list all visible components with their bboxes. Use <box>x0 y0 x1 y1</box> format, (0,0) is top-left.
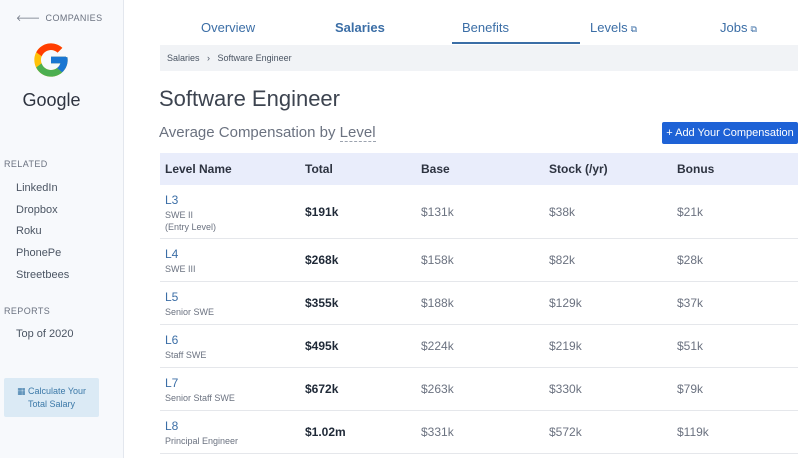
page-subtitle: Average Compensation by Level <box>159 124 376 142</box>
google-logo-icon <box>34 43 68 77</box>
level-description: Principal Engineer <box>165 436 239 446</box>
related-link-dropbox[interactable]: Dropbox <box>16 204 58 216</box>
calculator-icon: ▦ <box>16 386 26 396</box>
related-link-streetbees[interactable]: Streetbees <box>16 269 69 281</box>
level-description: SWE III <box>165 264 196 274</box>
total-value: $672k <box>305 382 339 396</box>
active-tab-indicator <box>452 42 580 44</box>
level-term-tooltip[interactable]: Level <box>339 124 376 142</box>
total-value: $191k <box>305 205 339 219</box>
total-value: $495k <box>305 339 339 353</box>
external-link-icon: ⧉ <box>630 24 638 34</box>
base-value: $188k <box>421 296 454 310</box>
level-link[interactable]: L5 <box>165 290 178 304</box>
header-level-name: Level Name <box>165 162 232 176</box>
stock-value: $129k <box>549 296 582 310</box>
table-row: L4 SWE III $268k $158k $82k $28k <box>160 239 798 282</box>
stock-value: $219k <box>549 339 582 353</box>
level-link[interactable]: L6 <box>165 333 178 347</box>
report-link-top-2020[interactable]: Top of 2020 <box>16 328 74 340</box>
base-value: $263k <box>421 382 454 396</box>
tab-bar: Overview Salaries Benefits Levels ⧉ Jobs ⧉ <box>160 0 800 45</box>
bonus-value: $28k <box>677 253 704 267</box>
header-total: Total <box>305 162 333 176</box>
level-description: Senior SWE <box>165 307 215 317</box>
related-link-linkedin[interactable]: LinkedIn <box>16 182 58 194</box>
page-title: Software Engineer <box>159 86 340 111</box>
header-base: Base <box>421 162 450 176</box>
breadcrumb-separator: › <box>207 53 211 63</box>
table-header: Level Name Total Base Stock (/yr) Bonus <box>160 153 798 185</box>
stock-value: $82k <box>549 253 576 267</box>
table-row: L7 Senior Staff SWE $672k $263k $330k $7… <box>160 368 798 411</box>
level-link[interactable]: L7 <box>165 376 178 390</box>
base-value: $224k <box>421 339 454 353</box>
total-value: $1.02m <box>305 425 346 439</box>
add-compensation-button[interactable]: + Add Your Compensation <box>662 122 798 144</box>
related-heading: RELATED <box>4 159 48 169</box>
header-bonus: Bonus <box>677 162 715 176</box>
base-value: $331k <box>421 425 454 439</box>
base-value: $131k <box>421 205 454 219</box>
tab-overview[interactable]: Overview <box>201 20 255 35</box>
related-link-roku[interactable]: Roku <box>16 225 42 237</box>
breadcrumb-salaries[interactable]: Salaries <box>167 53 200 63</box>
tab-benefits[interactable]: Benefits <box>462 20 509 35</box>
bonus-value: $51k <box>677 339 704 353</box>
reports-heading: REPORTS <box>4 306 51 316</box>
external-link-icon: ⧉ <box>750 24 757 34</box>
base-value: $158k <box>421 253 454 267</box>
arrow-left-icon: 🡐 <box>16 13 41 23</box>
bonus-value: $79k <box>677 382 704 396</box>
breadcrumb-current: Software Engineer <box>217 53 292 63</box>
level-description-note: (Entry Level) <box>165 222 217 232</box>
table-row: L3 SWE II (Entry Level) $191k $131k $38k… <box>160 186 798 239</box>
table-row: L5 Senior SWE $355k $188k $129k $37k <box>160 282 798 325</box>
total-value: $355k <box>305 296 339 310</box>
level-link[interactable]: L4 <box>165 247 178 261</box>
back-to-companies-link[interactable]: 🡐 COMPANIES <box>16 13 103 24</box>
calculate-salary-button[interactable]: ▦ Calculate Your Total Salary <box>4 378 99 417</box>
company-name: Google <box>22 90 81 110</box>
table-row: L8 Principal Engineer $1.02m $331k $572k… <box>160 411 798 454</box>
level-description: SWE II <box>165 210 194 220</box>
tab-salaries[interactable]: Salaries <box>335 20 385 35</box>
level-description: Senior Staff SWE <box>165 393 235 403</box>
bonus-value: $37k <box>677 296 704 310</box>
tab-levels[interactable]: Levels ⧉ <box>590 20 637 35</box>
bonus-value: $119k <box>677 425 709 439</box>
level-description: Staff SWE <box>165 350 207 360</box>
stock-value: $38k <box>549 205 576 219</box>
total-value: $268k <box>305 253 339 267</box>
table-row: L6 Staff SWE $495k $224k $219k $51k <box>160 325 798 368</box>
tab-jobs[interactable]: Jobs ⧉ <box>720 20 757 35</box>
sidebar: 🡐 COMPANIES Google RELATED LinkedIn Dropb… <box>0 0 124 458</box>
header-stock: Stock (/yr) <box>549 162 608 176</box>
stock-value: $330k <box>549 382 582 396</box>
bonus-value: $21k <box>677 205 704 219</box>
related-link-phonepe[interactable]: PhonePe <box>16 247 61 259</box>
stock-value: $572k <box>549 425 582 439</box>
level-link[interactable]: L8 <box>165 419 178 433</box>
level-link[interactable]: L3 <box>165 193 178 207</box>
breadcrumb: Salaries › Software Engineer <box>160 45 798 71</box>
